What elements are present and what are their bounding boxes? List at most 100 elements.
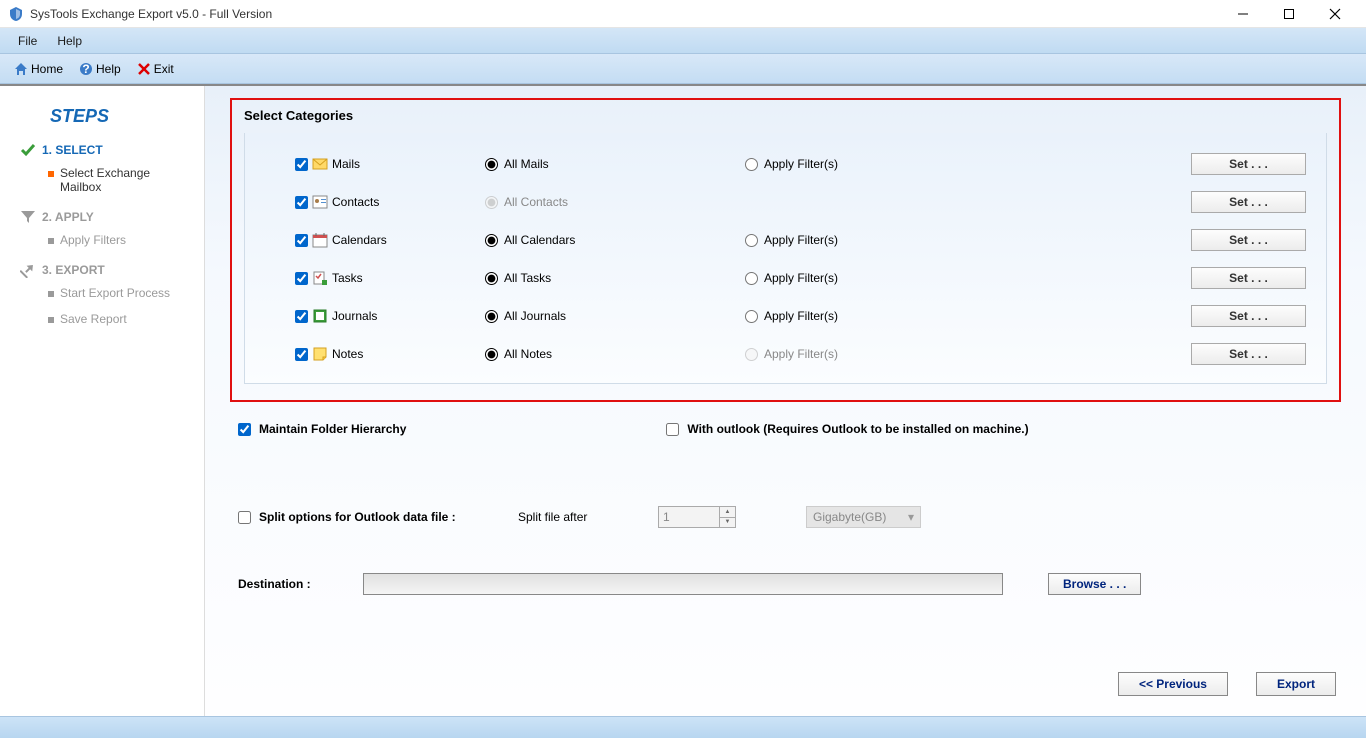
filter-icon <box>20 209 36 225</box>
home-icon <box>14 62 28 76</box>
calendars-filter-radio[interactable] <box>745 234 758 247</box>
mails-filter-label: Apply Filter(s) <box>764 157 838 171</box>
app-icon <box>8 6 24 22</box>
calendar-icon <box>312 232 328 248</box>
maintain-hierarchy-label: Maintain Folder Hierarchy <box>259 422 406 436</box>
toolbar: Home ? Help Exit <box>0 54 1366 84</box>
split-options-label: Split options for Outlook data file : <box>259 510 456 524</box>
notes-label: Notes <box>332 347 363 361</box>
notes-checkbox[interactable] <box>295 348 308 361</box>
split-unit-select[interactable]: Gigabyte(GB) <box>806 506 921 528</box>
contacts-set-button[interactable]: Set . . . <box>1191 191 1306 213</box>
split-options-checkbox[interactable] <box>238 511 251 524</box>
category-row-calendars: Calendars All Calendars Apply Filter(s) … <box>295 221 1306 259</box>
contacts-all-label: All Contacts <box>504 195 568 209</box>
categories-highlight-box: Select Categories Mails All Mails Apply … <box>230 98 1341 402</box>
toolbar-help-label: Help <box>96 62 121 76</box>
step-1-label: 1. SELECT <box>42 143 103 157</box>
tasks-checkbox[interactable] <box>295 272 308 285</box>
spinner-down[interactable]: ▼ <box>720 518 735 528</box>
previous-button[interactable]: << Previous <box>1118 672 1228 696</box>
notes-icon <box>312 346 328 362</box>
export-button[interactable]: Export <box>1256 672 1336 696</box>
mails-all-radio[interactable] <box>485 158 498 171</box>
destination-input[interactable] <box>363 573 1003 595</box>
maintain-hierarchy-option[interactable]: Maintain Folder Hierarchy <box>238 422 406 436</box>
category-row-tasks: Tasks All Tasks Apply Filter(s) Set . . … <box>295 259 1306 297</box>
journals-checkbox[interactable] <box>295 310 308 323</box>
tasks-all-radio[interactable] <box>485 272 498 285</box>
tasks-all-label: All Tasks <box>504 271 551 285</box>
titlebar-text: SysTools Exchange Export v5.0 - Full Ver… <box>30 7 1220 21</box>
maintain-hierarchy-checkbox[interactable] <box>238 423 251 436</box>
step-3-sub2[interactable]: Save Report <box>48 312 194 326</box>
contacts-all-radio <box>485 196 498 209</box>
toolbar-exit[interactable]: Exit <box>131 59 180 79</box>
steps-header: STEPS <box>20 106 194 127</box>
step-1-sub[interactable]: Select Exchange Mailbox <box>48 166 194 194</box>
step-1-select[interactable]: 1. SELECT <box>20 142 194 158</box>
mails-filter-radio[interactable] <box>745 158 758 171</box>
statusbar <box>0 716 1366 738</box>
export-icon <box>20 262 36 278</box>
spinner-up[interactable]: ▲ <box>720 507 735 518</box>
calendars-set-button[interactable]: Set . . . <box>1191 229 1306 251</box>
browse-button[interactable]: Browse . . . <box>1048 573 1141 595</box>
category-row-mails: Mails All Mails Apply Filter(s) Set . . … <box>295 145 1306 183</box>
calendars-all-radio[interactable] <box>485 234 498 247</box>
journal-icon <box>312 308 328 324</box>
tasks-filter-label: Apply Filter(s) <box>764 271 838 285</box>
close-button[interactable] <box>1312 0 1358 28</box>
journals-filter-radio[interactable] <box>745 310 758 323</box>
sidebar: STEPS 1. SELECT Select Exchange Mailbox … <box>0 86 205 716</box>
mails-set-button[interactable]: Set . . . <box>1191 153 1306 175</box>
calendars-checkbox[interactable] <box>295 234 308 247</box>
titlebar: SysTools Exchange Export v5.0 - Full Ver… <box>0 0 1366 28</box>
step-3-sub1[interactable]: Start Export Process <box>48 286 194 300</box>
check-icon <box>20 142 36 158</box>
bullet-icon <box>48 238 54 244</box>
step-1-sub-label: Select Exchange Mailbox <box>60 166 194 194</box>
toolbar-home[interactable]: Home <box>8 59 69 79</box>
notes-all-radio[interactable] <box>485 348 498 361</box>
journals-all-radio[interactable] <box>485 310 498 323</box>
menubar: File Help <box>0 28 1366 54</box>
notes-set-button[interactable]: Set . . . <box>1191 343 1306 365</box>
mails-all-label: All Mails <box>504 157 549 171</box>
with-outlook-checkbox[interactable] <box>666 423 679 436</box>
menu-file[interactable]: File <box>8 30 47 52</box>
contacts-checkbox[interactable] <box>295 196 308 209</box>
content-panel: Select Categories Mails All Mails Apply … <box>205 86 1366 716</box>
split-options[interactable]: Split options for Outlook data file : <box>238 510 498 524</box>
notes-filter-label: Apply Filter(s) <box>764 347 838 361</box>
step-3-export[interactable]: 3. EXPORT <box>20 262 194 278</box>
toolbar-help[interactable]: ? Help <box>73 59 127 79</box>
split-value-spinner[interactable]: 1 ▲▼ <box>658 506 736 528</box>
tasks-filter-radio[interactable] <box>745 272 758 285</box>
minimize-button[interactable] <box>1220 0 1266 28</box>
bullet-icon <box>48 317 54 323</box>
journals-all-label: All Journals <box>504 309 566 323</box>
step-2-sub[interactable]: Apply Filters <box>48 233 194 247</box>
step-2-sub-label: Apply Filters <box>60 233 126 247</box>
mails-checkbox[interactable] <box>295 158 308 171</box>
journals-set-button[interactable]: Set . . . <box>1191 305 1306 327</box>
bullet-icon <box>48 171 54 177</box>
svg-text:?: ? <box>82 62 89 76</box>
exit-icon <box>137 62 151 76</box>
tasks-label: Tasks <box>332 271 363 285</box>
with-outlook-option[interactable]: With outlook (Requires Outlook to be ins… <box>666 422 1028 436</box>
step-2-apply[interactable]: 2. APPLY <box>20 209 194 225</box>
calendars-label: Calendars <box>332 233 387 247</box>
step-2-label: 2. APPLY <box>42 210 94 224</box>
calendars-filter-label: Apply Filter(s) <box>764 233 838 247</box>
with-outlook-label: With outlook (Requires Outlook to be ins… <box>687 422 1028 436</box>
tasks-icon <box>312 270 328 286</box>
maximize-button[interactable] <box>1266 0 1312 28</box>
category-row-notes: Notes All Notes Apply Filter(s) Set . . … <box>295 335 1306 373</box>
bullet-icon <box>48 291 54 297</box>
tasks-set-button[interactable]: Set . . . <box>1191 267 1306 289</box>
menu-help[interactable]: Help <box>47 30 92 52</box>
mails-label: Mails <box>332 157 360 171</box>
toolbar-exit-label: Exit <box>154 62 174 76</box>
